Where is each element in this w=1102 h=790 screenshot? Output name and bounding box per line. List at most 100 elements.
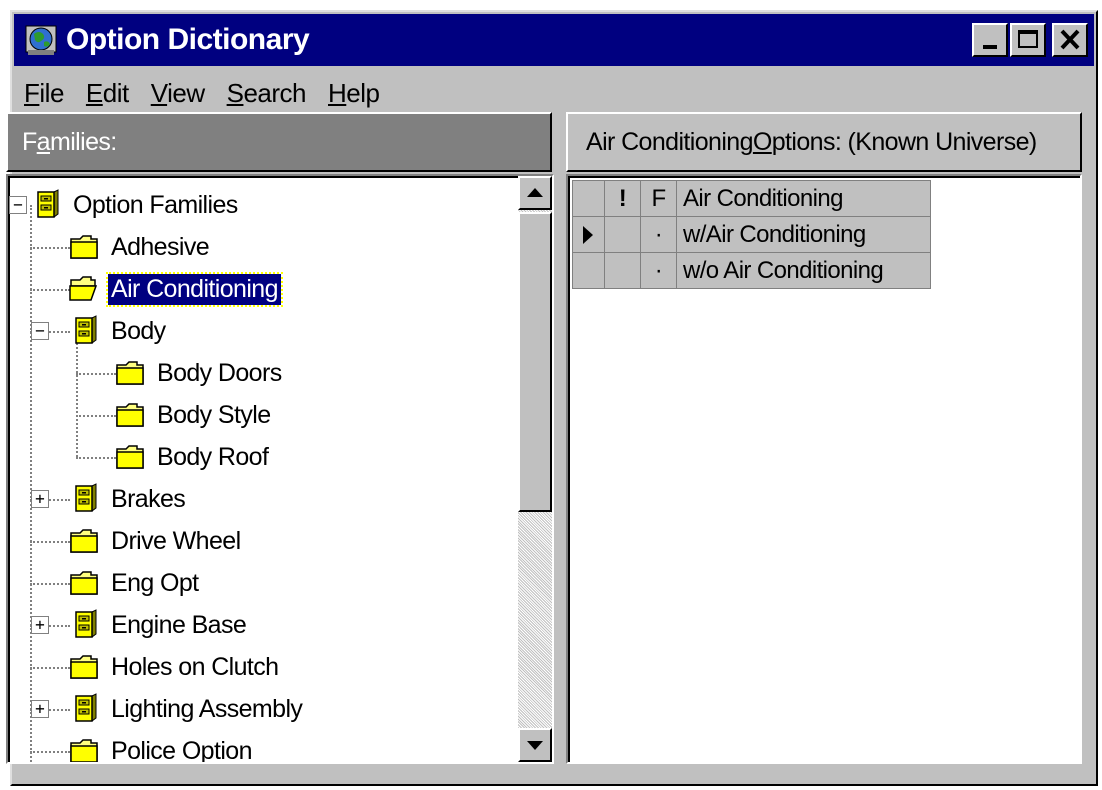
menu-edit-rest: dit [102, 77, 129, 108]
tree-item-engine-base[interactable]: Engine Base [108, 604, 249, 646]
tree-item-body-doors[interactable]: Body Doors [154, 352, 285, 394]
cabinet-icon[interactable] [30, 188, 62, 220]
folder-closed-icon[interactable] [68, 230, 100, 262]
globe-app-icon[interactable] [24, 22, 60, 58]
minimize-button[interactable] [972, 23, 1008, 57]
tree-item-eng-opt[interactable]: Eng Opt [108, 562, 202, 604]
tree-item-label: Lighting Assembly [111, 694, 303, 723]
row-selector[interactable] [572, 216, 605, 253]
tree-item-brakes[interactable]: Brakes [108, 478, 188, 520]
tree-item-police-option[interactable]: Police Option [108, 730, 255, 764]
tree-item-option-families[interactable]: Option Families [70, 184, 241, 226]
tree-connector-line [30, 541, 70, 543]
folder-closed-icon[interactable] [114, 356, 146, 388]
tree-item-label: Body Style [157, 400, 271, 429]
tree-item-label: Engine Base [111, 610, 247, 639]
options-grid[interactable]: ! F Air Conditioning · w/Air Conditionin… [572, 180, 931, 289]
grid-header-row: ! F Air Conditioning [572, 180, 931, 217]
tree-item-adhesive[interactable]: Adhesive [108, 226, 212, 268]
menu-help[interactable]: Help [328, 77, 380, 109]
menu-file[interactable]: File [24, 78, 64, 109]
folder-closed-icon[interactable] [68, 650, 100, 682]
expand-plus-icon[interactable]: + [31, 700, 49, 718]
collapse-minus-icon[interactable]: − [9, 196, 27, 214]
vertical-scrollbar[interactable] [518, 176, 552, 762]
tree-connector-line [30, 289, 70, 291]
row-option-name[interactable]: w/o Air Conditioning [676, 252, 931, 289]
tree-connector-line [30, 751, 70, 753]
families-header: Fa milies: [6, 112, 552, 172]
tree-item-label: Body [111, 316, 166, 345]
tree-item-drive-wheel[interactable]: Drive Wheel [108, 520, 244, 562]
menu-view[interactable]: View [151, 78, 205, 109]
folder-closed-icon[interactable] [68, 524, 100, 556]
arrow-up-icon [527, 188, 543, 197]
table-row[interactable]: · w/Air Conditioning [572, 216, 931, 253]
current-row-arrow-icon [583, 225, 593, 244]
expand-plus-icon[interactable]: + [31, 616, 49, 634]
tree-item-label: Air Conditioning [106, 271, 283, 307]
menu-help-rest: elp [346, 77, 380, 108]
folder-closed-icon[interactable] [68, 734, 100, 762]
column-header-name[interactable]: Air Conditioning [676, 180, 931, 217]
arrow-down-icon [527, 741, 543, 750]
close-button[interactable] [1052, 23, 1088, 57]
folder-closed-icon[interactable] [68, 566, 100, 598]
row-flag-exclamation[interactable] [604, 216, 641, 253]
tree-item-label: Body Doors [157, 358, 282, 387]
tree-item-label: Eng Opt [111, 568, 199, 597]
menu-search[interactable]: Search [227, 77, 307, 109]
title-bar[interactable]: Option Dictionary [14, 14, 1094, 66]
options-grid-panel: ! F Air Conditioning · w/Air Conditionin… [566, 174, 1082, 764]
tree-connector-line [30, 583, 70, 585]
row-option-name[interactable]: w/Air Conditioning [676, 216, 931, 253]
cabinet-icon[interactable] [68, 482, 100, 514]
minimize-icon [983, 45, 997, 49]
maximize-icon [1018, 30, 1038, 48]
options-header: Air Conditioning Options: (Known Univers… [566, 112, 1082, 172]
menu-file-rest: ile [39, 77, 64, 108]
folder-closed-icon[interactable] [114, 440, 146, 472]
tree-item-holes-on-clutch[interactable]: Holes on Clutch [108, 646, 281, 688]
cabinet-icon[interactable] [68, 314, 100, 346]
column-header-exclamation[interactable]: ! [604, 180, 641, 217]
table-row[interactable]: · w/o Air Conditioning [572, 252, 931, 289]
scroll-down-button[interactable] [518, 728, 552, 762]
column-header-f[interactable]: F [640, 180, 677, 217]
row-selector-header[interactable] [572, 180, 605, 217]
tree-item-body-roof[interactable]: Body Roof [154, 436, 271, 478]
tree-item-label: Police Option [111, 736, 253, 764]
cabinet-icon[interactable] [68, 608, 100, 640]
maximize-button[interactable] [1010, 23, 1046, 57]
row-selector[interactable] [572, 252, 605, 289]
families-tree-panel: − Option Families Adhesive Air Conditioning… [6, 174, 554, 764]
menu-search-rest: earch [243, 77, 306, 108]
folder-open-icon[interactable] [68, 272, 100, 304]
tree-item-label: Adhesive [111, 232, 210, 261]
tree-item-lighting-assembly[interactable]: Lighting Assembly [108, 688, 305, 730]
expand-plus-icon[interactable]: + [31, 490, 49, 508]
tree-item-label: Body Roof [157, 442, 269, 471]
tree-item-label: Drive Wheel [111, 526, 241, 555]
tree-connector-line [76, 331, 78, 457]
tree-connector-line [76, 373, 116, 375]
row-flag-f[interactable]: · [640, 252, 677, 289]
families-tree[interactable]: − Option Families Adhesive Air Conditioning… [8, 176, 518, 764]
tree-item-air-conditioning[interactable]: Air Conditioning [106, 268, 283, 310]
menu-edit[interactable]: Edit [86, 78, 129, 109]
folder-closed-icon[interactable] [114, 398, 146, 430]
scroll-up-button[interactable] [518, 176, 552, 210]
row-flag-f[interactable]: · [640, 216, 677, 253]
collapse-minus-icon[interactable]: − [31, 322, 49, 340]
tree-item-body[interactable]: Body [108, 310, 169, 352]
scroll-thumb[interactable] [518, 212, 552, 512]
tree-connector-line [76, 415, 116, 417]
close-icon [1060, 29, 1080, 50]
cabinet-icon[interactable] [68, 692, 100, 724]
tree-connector-line [30, 667, 70, 669]
tree-item-body-style[interactable]: Body Style [154, 394, 274, 436]
menu-view-rest: iew [167, 77, 205, 108]
tree-item-label: Option Families [73, 190, 238, 219]
row-flag-exclamation[interactable] [604, 252, 641, 289]
menu-bar: File Edit View Search Help [14, 68, 1094, 118]
